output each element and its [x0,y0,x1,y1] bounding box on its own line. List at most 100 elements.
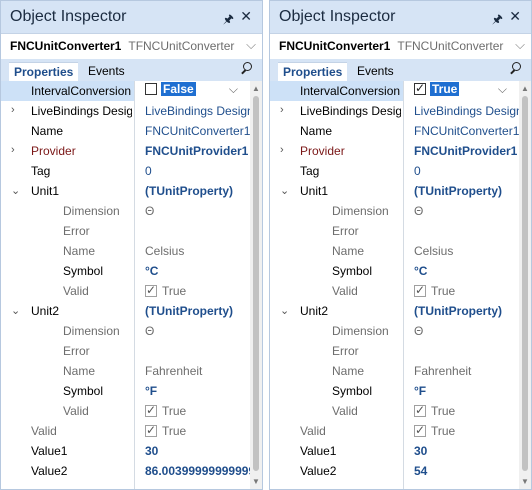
property-row[interactable]: Value2 86.00399999999999 [1,461,250,481]
property-name-cell[interactable]: Valid [270,401,403,421]
collapse-arrow-icon[interactable]: ⌄ [11,304,20,317]
property-row[interactable]: › Provider FNCUnitProvider1 [270,141,519,161]
property-name-cell[interactable]: Valid [270,421,403,441]
interval-conversion-editor[interactable]: False ⌵ [145,82,238,100]
property-name-cell[interactable]: Valid [270,281,403,301]
property-name-cell[interactable]: IntervalConversion [270,81,403,101]
scroll-thumb[interactable] [253,96,259,471]
property-value[interactable]: True [430,82,460,96]
property-value[interactable]: (TUnitProperty) [414,184,519,198]
property-row[interactable]: › LiveBindings Designer LiveBindings Desig… [1,101,250,121]
property-row[interactable]: Symbol °F [1,381,250,401]
property-row[interactable]: Valid ✓ True [1,421,250,441]
property-row[interactable]: Valid ✓ True [270,281,519,301]
vertical-scrollbar[interactable]: ▲ ▼ [519,81,531,489]
property-value[interactable]: Θ [414,324,519,338]
property-value[interactable]: FNCUnitProvider1 [145,144,250,158]
property-name-cell[interactable]: Symbol [270,261,403,281]
tab-properties[interactable]: Properties [9,62,79,81]
property-name-cell[interactable]: ⌄ Unit2 [1,301,134,321]
expand-arrow-icon[interactable]: › [11,104,15,116]
titlebar[interactable]: Object Inspector 🖈 ✕ [1,1,262,34]
checkbox[interactable] [145,83,157,95]
property-value[interactable]: 30 [414,444,519,458]
property-name-cell[interactable]: Name [1,121,134,141]
property-name-cell[interactable]: Error [1,341,134,361]
property-value[interactable]: Θ [145,204,250,218]
property-name-cell[interactable]: Name [1,241,134,261]
property-name-cell[interactable]: Name [1,361,134,381]
collapse-arrow-icon[interactable]: ⌄ [280,304,289,317]
close-icon[interactable]: ✕ [509,8,521,25]
chevron-down-icon[interactable]: ⌵ [229,82,238,97]
property-value[interactable]: 30 [145,444,250,458]
property-name-cell[interactable]: Value2 [270,461,403,481]
property-name-cell[interactable]: › Provider [1,141,134,161]
close-icon[interactable]: ✕ [240,8,252,25]
property-row[interactable]: Tag 0 [1,161,250,181]
property-row[interactable]: Valid ✓ True [270,401,519,421]
property-row[interactable]: Valid ✓ True [1,401,250,421]
property-value[interactable]: LiveBindings Designer [145,104,250,118]
scroll-thumb[interactable] [522,96,528,471]
property-value[interactable]: Fahrenheit [145,364,250,378]
property-value[interactable]: 54 [414,464,519,478]
property-row[interactable]: Value1 30 [270,441,519,461]
checkbox[interactable]: ✓ [145,424,157,437]
expand-arrow-icon[interactable]: › [280,104,284,116]
checkbox[interactable]: ✓ [414,81,426,95]
search-icon[interactable] [507,60,525,78]
property-row[interactable]: ⌄ Unit2 (TUnitProperty) [270,301,519,321]
scroll-down-icon[interactable]: ▼ [252,477,260,486]
component-selector[interactable]: FNCUnitConverter1 TFNCUnitConverter ⌵ [270,34,531,58]
property-name-cell[interactable]: IntervalConversion [1,81,134,101]
property-value[interactable]: Fahrenheit [414,364,519,378]
property-value[interactable]: °C [414,264,519,278]
property-value[interactable]: °C [145,264,250,278]
property-value[interactable]: ✓ True [414,284,519,298]
property-name-cell[interactable]: Dimension [1,201,134,221]
property-name-cell[interactable]: Name [270,121,403,141]
property-row[interactable]: Error [1,341,250,361]
property-row[interactable]: ⌄ Unit1 (TUnitProperty) [270,181,519,201]
scroll-up-icon[interactable]: ▲ [252,84,260,93]
property-row[interactable]: Dimension Θ [1,321,250,341]
property-name-cell[interactable]: Value2 [1,461,134,481]
property-row[interactable]: Tag 0 [270,161,519,181]
property-value[interactable]: Θ [414,204,519,218]
property-name-cell[interactable]: ⌄ Unit1 [1,181,134,201]
property-value[interactable]: ✓ True [145,424,250,438]
property-name-cell[interactable]: Name [270,241,403,261]
property-row[interactable]: › Provider FNCUnitProvider1 [1,141,250,161]
tab-properties[interactable]: Properties [278,62,348,81]
checkbox[interactable]: ✓ [145,404,157,417]
property-name-cell[interactable]: Name [270,361,403,381]
property-row[interactable]: Valid ✓ True [270,421,519,441]
property-name-cell[interactable]: Dimension [1,321,134,341]
scroll-up-icon[interactable]: ▲ [521,84,529,93]
component-selector[interactable]: FNCUnitConverter1 TFNCUnitConverter ⌵ [1,34,262,58]
property-value[interactable]: °F [145,384,250,398]
property-value[interactable]: (TUnitProperty) [145,184,250,198]
tab-events[interactable]: Events [352,62,399,81]
property-name-cell[interactable]: › LiveBindings Designer [270,101,403,121]
property-value[interactable]: ✓ True [414,424,519,438]
property-value[interactable]: °F [414,384,519,398]
property-row[interactable]: Name Fahrenheit [270,361,519,381]
property-value[interactable]: Celsius [145,244,250,258]
property-row[interactable]: Dimension Θ [270,201,519,221]
checkbox[interactable]: ✓ [414,404,426,417]
tab-events[interactable]: Events [83,62,130,81]
property-value[interactable]: (TUnitProperty) [145,304,250,318]
property-row[interactable]: Error [270,221,519,241]
property-row[interactable]: Name Celsius [1,241,250,261]
scroll-down-icon[interactable]: ▼ [521,477,529,486]
property-value[interactable]: Celsius [414,244,519,258]
checkbox[interactable]: ✓ [145,284,157,297]
property-value[interactable]: LiveBindings Designer [414,104,519,118]
property-value[interactable]: FNCUnitConverter1 [145,124,250,138]
property-name-cell[interactable]: Symbol [1,381,134,401]
property-name-cell[interactable]: Value1 [270,441,403,461]
property-name-cell[interactable]: Value1 [1,441,134,461]
property-name-cell[interactable]: Tag [1,161,134,181]
